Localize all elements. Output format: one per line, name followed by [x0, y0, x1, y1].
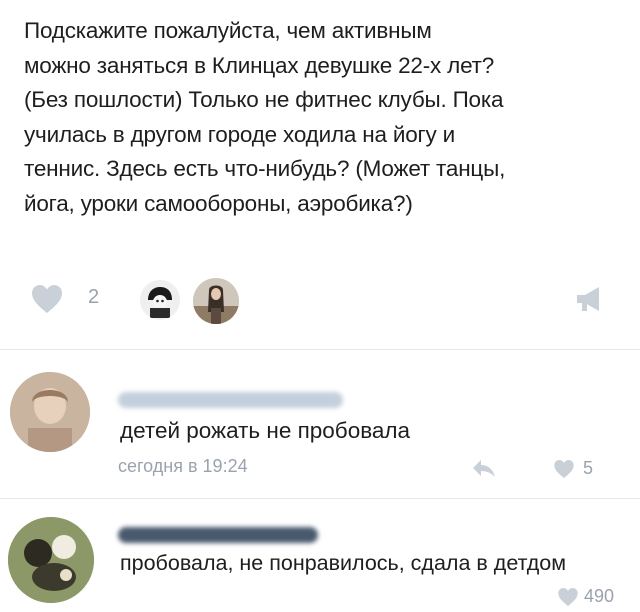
- post-text-line: теннис. Здесь есть что-нибудь? (Может та…: [24, 156, 506, 182]
- comment-1: детей рожать не пробовала сегодня в 19:2…: [0, 350, 640, 498]
- heart-icon[interactable]: [30, 284, 64, 314]
- comment-like-count[interactable]: 490: [584, 586, 614, 607]
- liker-avatar[interactable]: [193, 278, 239, 324]
- post-actions-bar: 2: [0, 270, 640, 330]
- post-text-line: можно заняться в Клинцах девушке 22-х ле…: [24, 52, 495, 78]
- commenter-name[interactable]: [118, 527, 318, 543]
- post-text-line: йога, уроки самообороны, аэробика?): [24, 190, 413, 216]
- post-like-count[interactable]: 2: [88, 286, 99, 309]
- commenter-name[interactable]: [118, 392, 343, 408]
- post-text: Подскажите пожалуйста, чем активным можн…: [24, 14, 624, 222]
- comment-like-count[interactable]: 5: [583, 458, 593, 479]
- post-text-line: Подскажите пожалуйста, чем активным: [24, 18, 432, 43]
- heart-icon[interactable]: [553, 459, 575, 479]
- post-text-line: училась в другом городе ходила на йогу и: [24, 121, 456, 147]
- commenter-avatar[interactable]: [8, 517, 94, 603]
- heart-icon[interactable]: [557, 587, 579, 607]
- comment-text: детей рожать не пробовала: [120, 418, 411, 443]
- reply-arrow-icon[interactable]: [471, 458, 497, 478]
- post-text-line: (Без пошлости) Только не фитнес клубы. П…: [24, 87, 504, 113]
- comment-time[interactable]: сегодня в 19:24: [118, 456, 248, 477]
- comment-text: пробовала, не понравилось, сдала в детдо…: [120, 551, 567, 575]
- comment-2: пробовала, не понравилось, сдала в детдо…: [0, 499, 640, 612]
- commenter-avatar[interactable]: [10, 372, 90, 452]
- liker-avatar[interactable]: [140, 280, 180, 320]
- megaphone-icon[interactable]: [574, 284, 606, 314]
